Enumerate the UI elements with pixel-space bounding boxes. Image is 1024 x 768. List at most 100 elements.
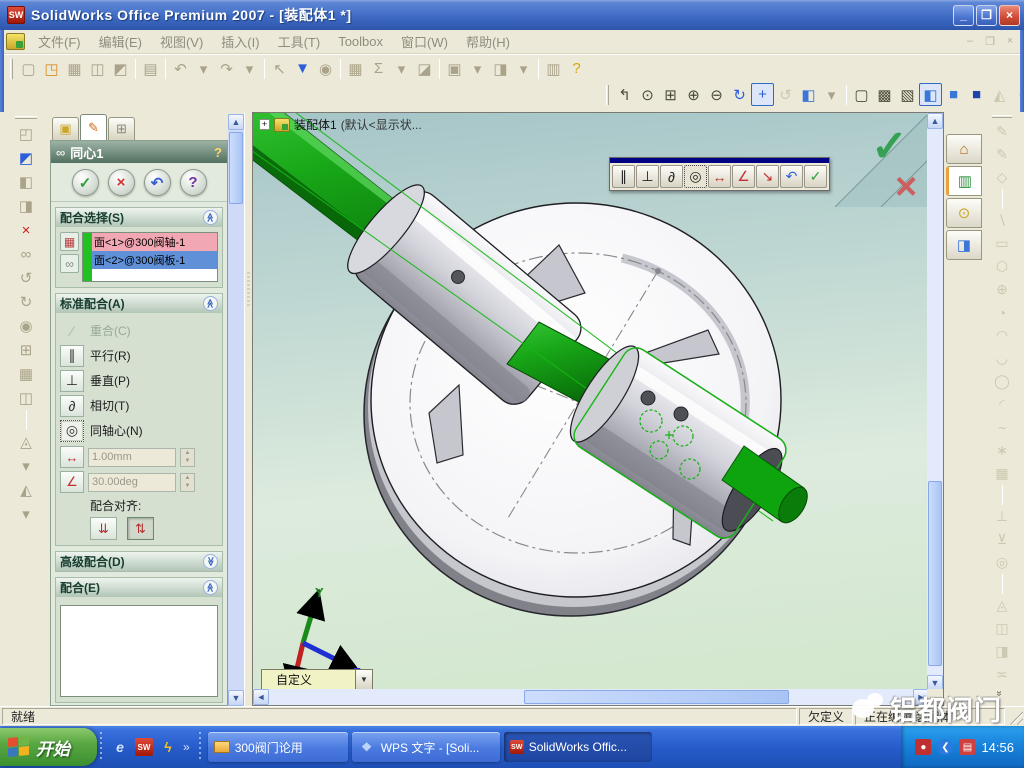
tray-icon-messenger[interactable]: ❮ xyxy=(937,739,953,755)
expand-chevron-icon[interactable]: ≫ xyxy=(203,554,218,569)
selection-filter-icon[interactable]: ▼ xyxy=(291,57,314,80)
tab-solidworks-resources[interactable]: ⌂ xyxy=(946,134,982,164)
hide-show-components-icon[interactable]: ◩ xyxy=(13,146,39,170)
undo-mate-button[interactable]: ↶ xyxy=(780,165,803,188)
concentric-mate-button[interactable]: ◎ xyxy=(684,165,707,188)
scrollbar-thumb[interactable] xyxy=(928,481,942,666)
rotate-component-icon[interactable]: ↺ xyxy=(13,266,39,290)
mates-listbox[interactable] xyxy=(60,605,218,697)
mass-properties-icon[interactable]: ◪ xyxy=(413,57,436,80)
pan-icon[interactable]: + xyxy=(751,83,774,106)
ok-button[interactable]: ✓ xyxy=(72,169,99,196)
scroll-left-icon[interactable]: ◄ xyxy=(253,689,269,705)
taskbar-item-solidworks[interactable]: SW SolidWorks Offic... xyxy=(504,732,652,762)
menu-window[interactable]: 窗口(W) xyxy=(392,29,457,54)
advanced-mates-header[interactable]: 高级配合(D) ≫ xyxy=(56,552,222,571)
exploded-view-icon[interactable]: ◬ xyxy=(13,430,39,454)
distance-input[interactable] xyxy=(88,448,176,467)
child-minimize-button[interactable]: – xyxy=(962,35,978,48)
circle-icon[interactable]: ⊕ xyxy=(990,278,1014,301)
scroll-up-icon[interactable]: ▲ xyxy=(228,114,244,130)
menu-edit[interactable]: 编辑(E) xyxy=(90,29,151,54)
tab-propertymanager[interactable]: ✎ xyxy=(80,114,107,140)
menu-help[interactable]: 帮助(H) xyxy=(457,29,519,54)
print-icon[interactable]: ▤ xyxy=(139,57,162,80)
flash-tool-icon[interactable]: ϟ xyxy=(159,738,177,756)
rectangle-icon[interactable]: ▭ xyxy=(990,232,1014,255)
taskbar-item-folder[interactable]: 300阀门论用 xyxy=(208,732,348,762)
3-point-arc-icon[interactable]: ◡ xyxy=(990,347,1014,370)
multiple-mate-mode-icon[interactable]: ∞ xyxy=(60,254,79,273)
hidden-lines-removed-icon[interactable]: ▧ xyxy=(896,83,919,106)
move-component-icon[interactable]: ↻ xyxy=(13,290,39,314)
collapse-chevron-icon[interactable]: ≫ xyxy=(203,580,218,595)
view-orientation-combo[interactable]: 自定义 ▼ xyxy=(261,669,373,690)
plane-icon[interactable]: ⊥ xyxy=(990,505,1014,528)
mate-perpendicular[interactable]: ⊥ 垂直(P) xyxy=(60,368,218,393)
coordinate-system-icon[interactable]: ◎ xyxy=(990,551,1014,574)
make-drawing-icon[interactable]: ◫ xyxy=(86,57,109,80)
filter-faces-icon[interactable]: ▦ xyxy=(60,232,79,251)
child-restore-button[interactable]: ❐ xyxy=(982,35,998,48)
tangent-mate-button[interactable]: ∂ xyxy=(660,165,683,188)
selection-item-2[interactable]: 面<2>@300阀板-1 xyxy=(92,251,217,269)
menu-tools[interactable]: 工具(T) xyxy=(269,29,330,54)
tree-expander-icon[interactable]: + xyxy=(259,119,270,130)
point-icon[interactable]: ∗ xyxy=(990,439,1014,462)
tab-search[interactable]: ◨ xyxy=(946,230,982,260)
toolbar-overflow-icon[interactable]: » xyxy=(993,691,1004,697)
component-preview-icon[interactable]: ◨ xyxy=(13,194,39,218)
menu-file[interactable]: 文件(F) xyxy=(29,29,90,54)
save-icon[interactable]: ▦ xyxy=(63,57,86,80)
menu-insert[interactable]: 插入(I) xyxy=(212,29,268,54)
redo-dropdown-icon[interactable]: ▾ xyxy=(238,57,261,80)
zoom-to-selection-icon[interactable]: ⊖ xyxy=(705,83,728,106)
selection-item-1[interactable]: 面<1>@300阀轴-1 xyxy=(92,233,217,251)
trim-entities-icon[interactable]: ◨ xyxy=(990,640,1014,663)
mirror-entities-icon[interactable]: ≍ xyxy=(990,663,1014,686)
convert-entities-icon[interactable]: ◬ xyxy=(990,594,1014,617)
mate-selection-list[interactable]: 面<1>@300阀轴-1 面<2>@300阀板-1 xyxy=(82,232,218,282)
tangent-arc-icon[interactable]: ◠ xyxy=(990,324,1014,347)
smart-fasteners-icon[interactable]: ◉ xyxy=(13,314,39,338)
parallel-mate-button[interactable]: ∥ xyxy=(612,165,635,188)
mate-concentric[interactable]: ◎ 同轴心(N) xyxy=(60,418,218,443)
scroll-down-icon[interactable]: ▼ xyxy=(228,690,244,706)
close-button[interactable]: × xyxy=(999,5,1020,26)
solidworks-resources-icon[interactable]: ▣ xyxy=(443,57,466,80)
insert-component-icon[interactable]: ◰ xyxy=(13,122,39,146)
anti-aligned-button[interactable]: ⇅ xyxy=(127,517,154,540)
make-part-from-assembly-icon[interactable]: ◩ xyxy=(109,57,132,80)
shadows-in-shaded-mode-icon[interactable]: ■ xyxy=(965,83,988,106)
combo-dropdown-icon[interactable]: ▼ xyxy=(355,670,372,689)
taskbar-item-wps[interactable]: ❖ WPS 文字 - [Soli... xyxy=(352,732,500,762)
measure-dropdown-icon[interactable]: ▾ xyxy=(390,57,413,80)
viewport-vertical-scrollbar[interactable]: ▲ ▼ xyxy=(927,113,943,691)
new-icon[interactable]: ▢ xyxy=(17,57,40,80)
collapse-chevron-icon[interactable]: ≫ xyxy=(203,210,218,225)
maximize-button[interactable]: ❐ xyxy=(976,5,997,26)
undo-icon[interactable]: ↶ xyxy=(169,57,192,80)
offset-entities-icon[interactable]: ◫ xyxy=(990,617,1014,640)
assembly-features-icon[interactable]: ⊞ xyxy=(13,338,39,362)
flyout-feature-tree[interactable]: + 装配体1 (默认<显示状... xyxy=(259,116,422,133)
hatch-icon[interactable]: ▦ xyxy=(990,462,1014,485)
tree-item-label[interactable]: 装配体1 xyxy=(294,116,337,133)
shaded-icon[interactable]: ■ xyxy=(942,83,965,106)
scrollbar-thumb[interactable] xyxy=(229,132,243,204)
viewport-horizontal-scrollbar[interactable]: ◄ ► xyxy=(253,689,929,705)
model-canvas[interactable]: + 装配体1 (默认<显示状... ∥ ⊥ ∂ ◎ ↔ ∠ ↘ ↶ ✓ xyxy=(253,113,929,691)
confirm-cancel-icon[interactable]: × xyxy=(895,166,917,207)
resources-dropdown-icon[interactable]: ▾ xyxy=(466,57,489,80)
undo-button[interactable]: ↶ xyxy=(144,169,171,196)
distance-spinner[interactable]: ▲▼ xyxy=(180,448,195,467)
resize-grip[interactable] xyxy=(1007,709,1023,725)
parabola-icon[interactable]: ◜ xyxy=(990,393,1014,416)
menu-toolbox[interactable]: Toolbox xyxy=(329,31,392,52)
options-icon[interactable]: ▥ xyxy=(542,57,565,80)
zoom-in-out-icon[interactable]: ⊕ xyxy=(682,83,705,106)
tab-featuremanager-tree[interactable]: ▣ xyxy=(52,117,79,140)
hidden-lines-visible-icon[interactable]: ▩ xyxy=(873,83,896,106)
scrollbar-thumb[interactable] xyxy=(524,690,789,704)
wireframe-icon[interactable]: ▢ xyxy=(850,83,873,106)
